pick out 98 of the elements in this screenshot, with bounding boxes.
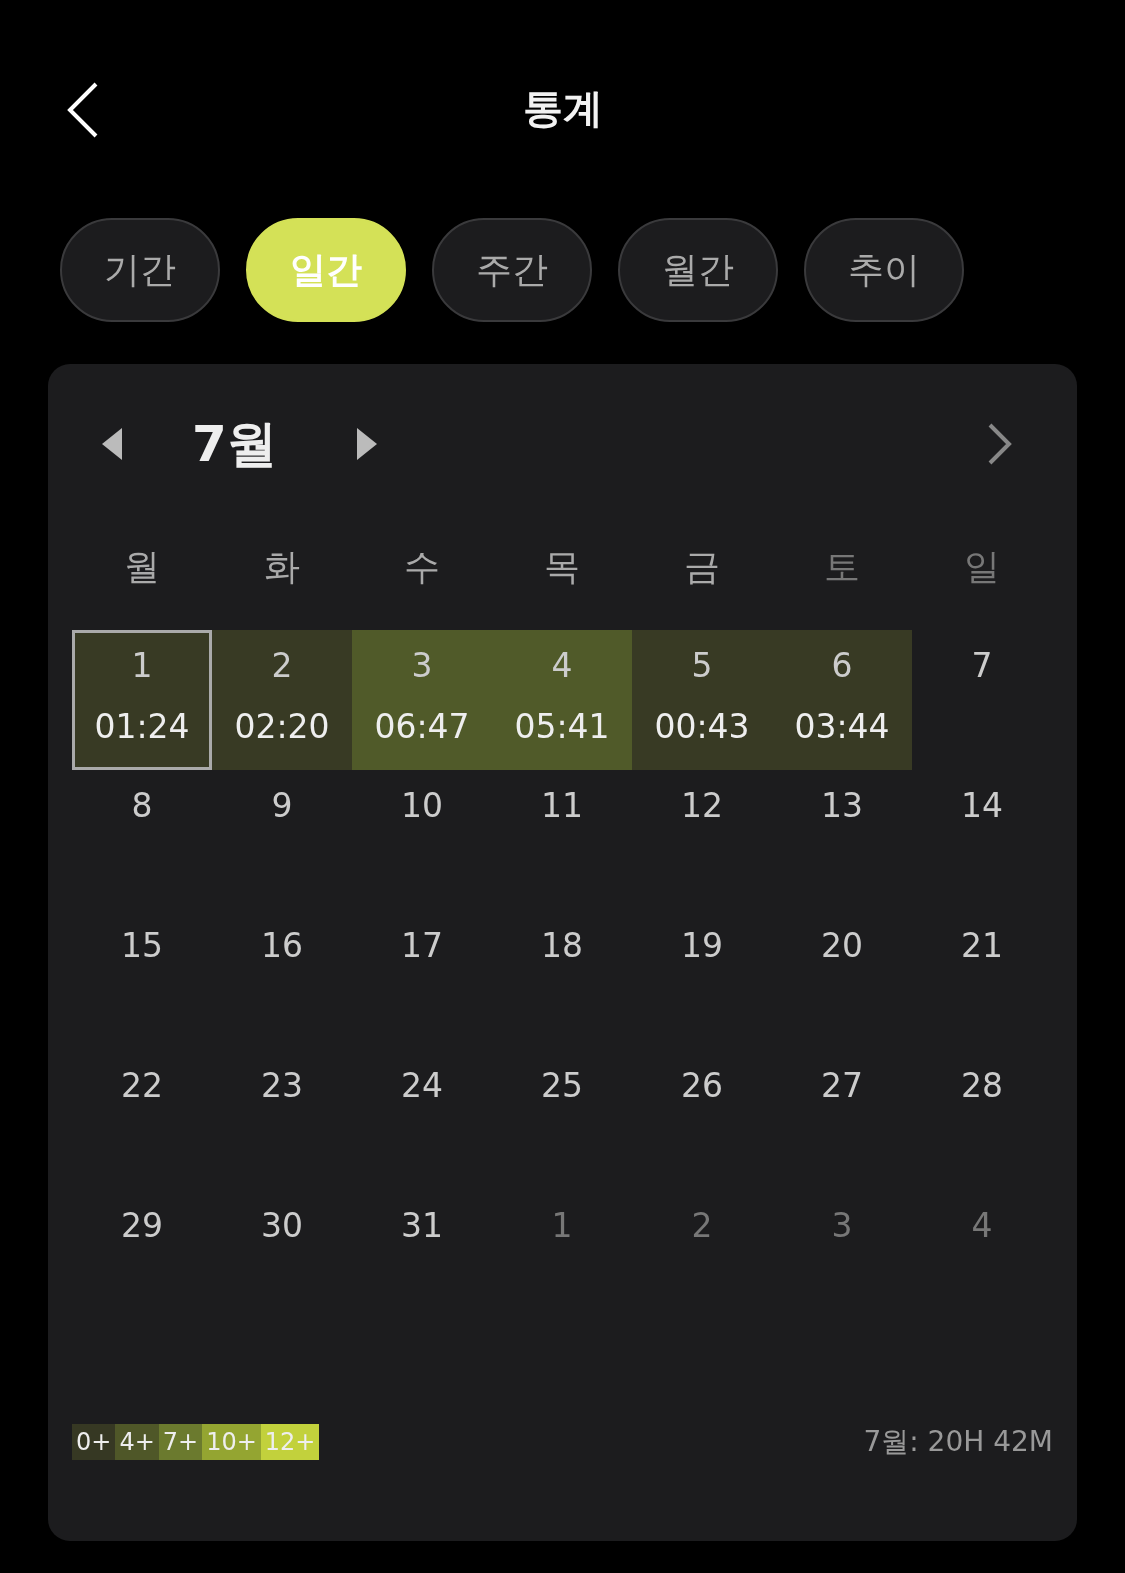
legend-swatch: 0+: [72, 1424, 116, 1460]
weekday-label: 일: [963, 544, 1001, 589]
day-cell[interactable]: 27: [772, 1050, 912, 1190]
day-duration: 00:43: [654, 707, 750, 746]
day-number: 31: [401, 1206, 443, 1245]
day-number: 3: [411, 646, 433, 685]
period-tab[interactable]: 주간: [432, 218, 592, 322]
day-number: 9: [271, 786, 293, 825]
day-number: 30: [261, 1206, 303, 1245]
day-cell[interactable]: 1 01:24: [72, 630, 212, 770]
day-cell[interactable]: 12: [632, 770, 772, 910]
day-number: 10: [401, 786, 443, 825]
day-number: 24: [401, 1066, 443, 1105]
day-number: 16: [261, 926, 303, 965]
day-cell[interactable]: 4: [912, 1190, 1052, 1330]
weekday-label: 화: [263, 544, 301, 589]
day-cell[interactable]: 21: [912, 910, 1052, 1050]
day-cell[interactable]: 26: [632, 1050, 772, 1190]
day-number: 13: [821, 786, 863, 825]
day-cell[interactable]: 18: [492, 910, 632, 1050]
chevron-right-icon[interactable]: [987, 422, 1013, 466]
day-cell[interactable]: 10: [352, 770, 492, 910]
day-number: 18: [541, 926, 583, 965]
day-cell[interactable]: 31: [352, 1190, 492, 1330]
day-cell[interactable]: 17: [352, 910, 492, 1050]
day-cell[interactable]: 16: [212, 910, 352, 1050]
weekday-label: 수: [403, 544, 441, 589]
day-number: 8: [131, 786, 153, 825]
day-number: 4: [971, 1206, 993, 1245]
day-cell[interactable]: 4 05:41: [492, 630, 632, 770]
day-number: 23: [261, 1066, 303, 1105]
previous-month-icon[interactable]: [102, 428, 122, 460]
day-cell[interactable]: 23: [212, 1050, 352, 1190]
weekday-label: 목: [543, 544, 581, 589]
day-cell[interactable]: 30: [212, 1190, 352, 1330]
day-cell[interactable]: 29: [72, 1190, 212, 1330]
day-number: 7: [971, 646, 993, 685]
day-number: 2: [691, 1206, 713, 1245]
day-number: 22: [121, 1066, 163, 1105]
day-number: 11: [541, 786, 583, 825]
next-month-icon[interactable]: [356, 428, 377, 460]
day-number: 29: [121, 1206, 163, 1245]
day-cell[interactable]: 15: [72, 910, 212, 1050]
day-number: 25: [541, 1066, 583, 1105]
period-tab[interactable]: 월간: [618, 218, 778, 322]
day-cell[interactable]: 19: [632, 910, 772, 1050]
day-number: 27: [821, 1066, 863, 1105]
day-cell[interactable]: 3: [772, 1190, 912, 1330]
day-cell[interactable]: 14: [912, 770, 1052, 910]
day-number: 3: [831, 1206, 853, 1245]
day-cell[interactable]: 8: [72, 770, 212, 910]
weekday-label: 토: [823, 544, 861, 589]
day-number: 26: [681, 1066, 723, 1105]
period-tab[interactable]: 기간: [60, 218, 220, 322]
day-cell[interactable]: 13: [772, 770, 912, 910]
day-number: 12: [681, 786, 723, 825]
day-duration: 03:44: [794, 707, 890, 746]
legend-swatch: 10+: [202, 1424, 261, 1460]
day-cell[interactable]: 3 06:47: [352, 630, 492, 770]
day-number: 2: [271, 646, 293, 685]
day-number: 6: [831, 646, 853, 685]
day-number: 21: [961, 926, 1003, 965]
day-cell[interactable]: 7: [912, 630, 1052, 770]
day-duration: 01:24: [94, 707, 190, 746]
day-cell[interactable]: 2 02:20: [212, 630, 352, 770]
day-duration: 05:41: [514, 707, 610, 746]
day-cell[interactable]: 25: [492, 1050, 632, 1190]
period-tab[interactable]: 추이: [804, 218, 964, 322]
day-number: 5: [691, 646, 713, 685]
day-number: 14: [961, 786, 1003, 825]
day-cell[interactable]: 1: [492, 1190, 632, 1330]
weekday-label: 월: [123, 544, 161, 589]
legend-swatch: 4+: [115, 1424, 159, 1460]
day-cell[interactable]: 9: [212, 770, 352, 910]
day-cell[interactable]: 11: [492, 770, 632, 910]
day-cell[interactable]: 5 00:43: [632, 630, 772, 770]
day-number: 4: [551, 646, 573, 685]
month-label: 7월: [192, 413, 277, 475]
day-duration: 02:20: [234, 707, 330, 746]
day-number: 20: [821, 926, 863, 965]
page-title: 통계: [522, 83, 603, 133]
day-number: 1: [551, 1206, 573, 1245]
day-number: 1: [131, 646, 153, 685]
day-duration: 06:47: [374, 707, 470, 746]
day-cell[interactable]: 6 03:44: [772, 630, 912, 770]
day-number: 19: [681, 926, 723, 965]
day-number: 28: [961, 1066, 1003, 1105]
legend-swatch: 12+: [260, 1424, 320, 1460]
day-number: 15: [121, 926, 163, 965]
day-cell[interactable]: 20: [772, 910, 912, 1050]
day-cell[interactable]: 2: [632, 1190, 772, 1330]
weekday-label: 금: [683, 544, 721, 589]
month-total: 7월: 20H 42M: [863, 1424, 1053, 1460]
day-cell[interactable]: 28: [912, 1050, 1052, 1190]
legend-swatch: 7+: [158, 1424, 203, 1460]
day-number: 17: [401, 926, 443, 965]
day-cell[interactable]: 22: [72, 1050, 212, 1190]
day-cell[interactable]: 24: [352, 1050, 492, 1190]
